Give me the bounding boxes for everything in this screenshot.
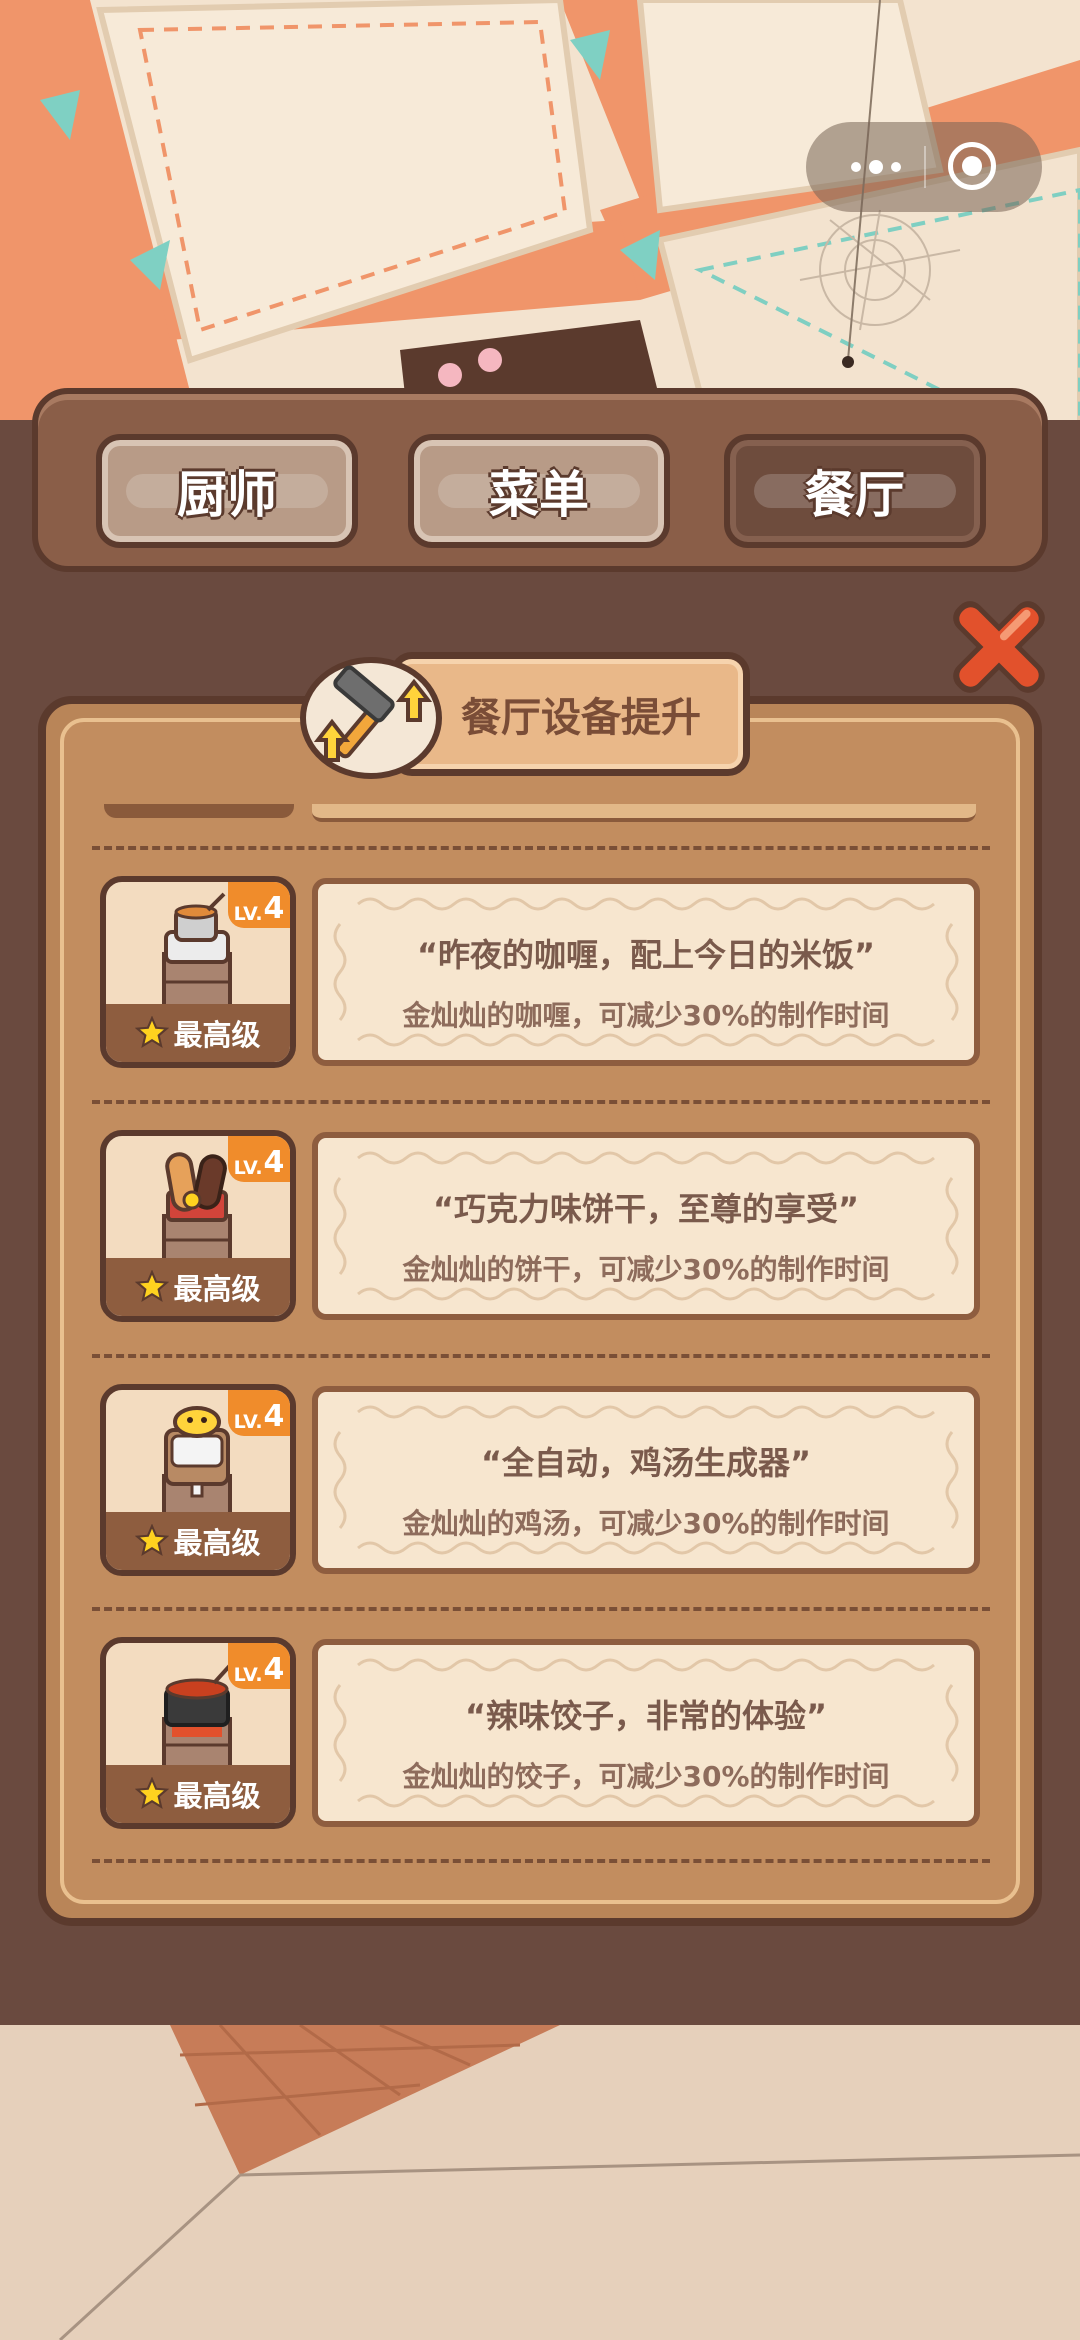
row-divider <box>92 1859 990 1863</box>
max-level-label: 最高级 <box>173 1526 261 1560</box>
item-quote: “昨夜的咖喱，配上今日的米饭” <box>416 936 876 974</box>
star-icon <box>135 1016 170 1048</box>
star-icon <box>135 1270 170 1302</box>
hammer-upgrade-icon <box>296 652 446 782</box>
background-floor <box>0 2025 1080 2340</box>
level-number: 4 <box>263 891 285 926</box>
level-prefix: LV. <box>233 1411 263 1433</box>
equipment-row-biscuit: LV. 4 最高级 “巧克力味饼干，至尊的享受” 金灿灿的饼干，可减少30%的制作… <box>100 1130 980 1322</box>
tab-label: 餐厅 <box>805 466 905 524</box>
star-icon <box>135 1777 170 1809</box>
level-badge: LV. 4 <box>228 1136 290 1182</box>
equipment-item[interactable]: LV. 4 最高级 <box>100 1130 296 1322</box>
description-card: “昨夜的咖喱，配上今日的米饭” 金灿灿的咖喱，可减少30%的制作时间 <box>312 878 980 1066</box>
max-level-bar: 最高级 <box>106 1765 290 1823</box>
item-effect: 金灿灿的鸡汤，可减少30%的制作时间 <box>402 1507 890 1540</box>
level-number: 4 <box>263 1145 285 1180</box>
equipment-item[interactable]: LV. 4 最高级 <box>100 876 296 1068</box>
row-divider <box>92 1100 990 1104</box>
shelf-edge <box>312 804 976 822</box>
shelf-edge <box>104 804 294 818</box>
row-divider <box>92 1354 990 1358</box>
equipment-row-soup: LV. 4 最高级 “全自动，鸡汤生成器” 金灿灿的鸡汤，可减少30%的制作时间 <box>100 1384 980 1576</box>
description-card: “辣味饺子，非常的体验” 金灿灿的饺子，可减少30%的制作时间 <box>312 1639 980 1827</box>
more-menu-icon[interactable] <box>836 122 916 212</box>
tab-bar: 厨师 菜单 餐厅 <box>32 388 1048 572</box>
capsule-divider <box>924 146 926 188</box>
item-effect: 金灿灿的咖喱，可减少30%的制作时间 <box>402 999 890 1032</box>
description-card: “全自动，鸡汤生成器” 金灿灿的鸡汤，可减少30%的制作时间 <box>312 1386 980 1574</box>
close-program-icon[interactable] <box>948 142 996 190</box>
star-icon <box>135 1524 170 1556</box>
tab-chef[interactable]: 厨师 <box>96 434 358 548</box>
level-prefix: LV. <box>233 1157 263 1179</box>
level-prefix: LV. <box>233 903 263 925</box>
item-quote: “全自动，鸡汤生成器” <box>480 1444 812 1482</box>
max-level-bar: 最高级 <box>106 1004 290 1062</box>
item-effect: 金灿灿的饼干，可减少30%的制作时间 <box>402 1253 890 1286</box>
level-number: 4 <box>263 1652 285 1687</box>
tab-label: 厨师 <box>177 466 277 524</box>
level-badge: LV. 4 <box>228 882 290 928</box>
max-level-bar: 最高级 <box>106 1258 290 1316</box>
level-badge: LV. 4 <box>228 1390 290 1436</box>
tab-menu[interactable]: 菜单 <box>408 434 670 548</box>
equipment-item[interactable]: LV. 4 最高级 <box>100 1637 296 1829</box>
close-button[interactable] <box>936 584 1062 710</box>
row-divider <box>92 1607 990 1611</box>
mini-program-capsule <box>806 122 1042 212</box>
panel-title: 餐厅设备提升 <box>461 695 701 741</box>
level-prefix: LV. <box>233 1664 263 1686</box>
max-level-label: 最高级 <box>173 1779 261 1813</box>
item-effect: 金灿灿的饺子，可减少30%的制作时间 <box>402 1760 890 1793</box>
close-icon <box>953 601 1045 693</box>
level-badge: LV. 4 <box>228 1643 290 1689</box>
max-level-label: 最高级 <box>173 1018 261 1052</box>
level-number: 4 <box>263 1399 285 1434</box>
max-level-bar: 最高级 <box>106 1512 290 1570</box>
tab-label: 菜单 <box>489 466 589 524</box>
equipment-row-curry: LV. 4 最高级 “昨夜的咖喱，配上今日的米饭” 金灿灿的咖喱，可减少30%的制… <box>100 876 980 1068</box>
tab-restaurant[interactable]: 餐厅 <box>724 434 986 548</box>
item-quote: “辣味饺子，非常的体验” <box>464 1697 828 1735</box>
description-card: “巧克力味饼干，至尊的享受” 金灿灿的饼干，可减少30%的制作时间 <box>312 1132 980 1320</box>
equipment-row-dumpling: LV. 4 最高级 “辣味饺子，非常的体验” 金灿灿的饺子，可减少30%的制作时间 <box>100 1637 980 1829</box>
equipment-item[interactable]: LV. 4 最高级 <box>100 1384 296 1576</box>
max-level-label: 最高级 <box>173 1272 261 1306</box>
item-quote: “巧克力味饼干，至尊的享受” <box>432 1190 860 1228</box>
row-divider <box>92 846 990 850</box>
